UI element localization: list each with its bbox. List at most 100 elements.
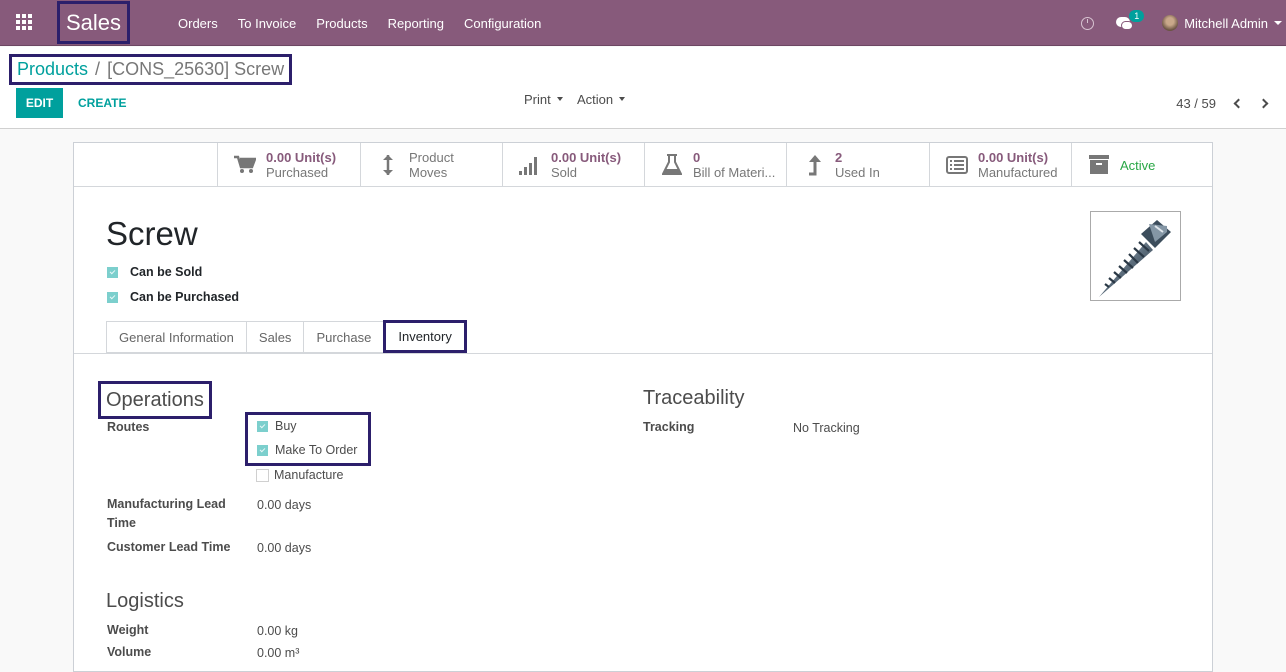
app-brand[interactable]: Sales bbox=[57, 1, 130, 44]
can-be-sold-checkbox[interactable] bbox=[107, 266, 118, 278]
can-be-purchased-checkbox[interactable] bbox=[107, 291, 118, 303]
product-moves-line2: Moves bbox=[409, 165, 448, 180]
messages-badge: 1 bbox=[1129, 10, 1145, 22]
product-moves-stat-button[interactable]: Product Moves bbox=[360, 143, 503, 187]
systray: 1 Mitchell Admin bbox=[1081, 0, 1286, 46]
can-be-sold-field: Can be Sold bbox=[107, 265, 202, 279]
customer-lead-time-value: 0.00 days bbox=[257, 541, 312, 555]
manufacturing-lead-time-label: Manufacturing Lead Time bbox=[107, 495, 226, 533]
flask-icon bbox=[661, 154, 683, 176]
menu-configuration[interactable]: Configuration bbox=[454, 16, 551, 31]
sold-value: 0.00 Unit(s) bbox=[551, 150, 622, 165]
customer-lead-time-label: Customer Lead Time bbox=[107, 540, 231, 554]
manufacturing-lead-time-value: 0.00 days bbox=[257, 498, 312, 512]
chevron-right-icon bbox=[1258, 98, 1269, 108]
tab-inventory[interactable]: Inventory bbox=[383, 320, 467, 353]
top-navbar: Sales Orders To Invoice Products Reporti… bbox=[0, 0, 1286, 46]
route-manufacture-checkbox[interactable] bbox=[256, 468, 269, 482]
can-be-purchased-label: Can be Purchased bbox=[130, 290, 240, 304]
route-make-to-order: Make To Order bbox=[257, 443, 357, 457]
route-manufacture-label: Manufacture bbox=[274, 468, 344, 482]
purchased-label: Purchased bbox=[266, 165, 329, 180]
avatar[interactable] bbox=[1162, 15, 1179, 31]
purchased-value: 0.00 Unit(s) bbox=[266, 150, 337, 165]
form-sheet: 0.00 Unit(s) Purchased Product Moves 0.00 … bbox=[73, 142, 1213, 672]
pager-value[interactable]: 43 / 59 bbox=[1176, 96, 1216, 111]
can-be-purchased-field: Can be Purchased bbox=[107, 290, 239, 304]
print-dropdown[interactable]: Print bbox=[524, 90, 563, 108]
print-label: Print bbox=[524, 91, 551, 107]
edit-button[interactable]: EDIT bbox=[16, 88, 63, 118]
route-make-to-order-checkbox[interactable] bbox=[257, 444, 268, 456]
breadcrumb-current: [CONS_25630] Screw bbox=[107, 59, 285, 79]
operations-title: Operations bbox=[98, 381, 212, 419]
signal-bars-icon bbox=[519, 154, 541, 176]
weight-value: 0.00 kg bbox=[257, 624, 299, 638]
manufactured-label: Manufactured bbox=[978, 165, 1058, 180]
list-alt-icon bbox=[946, 154, 968, 176]
arrows-vertical-icon bbox=[377, 154, 399, 176]
active-label: Active bbox=[1120, 157, 1156, 173]
route-make-to-order-label: Make To Order bbox=[275, 443, 358, 457]
notebook-tabs: General Information Sales Purchase Inven… bbox=[106, 320, 467, 353]
tracking-label: Tracking bbox=[643, 420, 695, 434]
main-menu: Orders To Invoice Products Reporting Con… bbox=[168, 0, 551, 46]
apps-grid-icon[interactable] bbox=[16, 14, 34, 32]
menu-to-invoice[interactable]: To Invoice bbox=[228, 16, 307, 31]
action-dropdown[interactable]: Action bbox=[577, 90, 626, 108]
can-be-sold-label: Can be Sold bbox=[130, 265, 203, 279]
route-buy-label: Buy bbox=[275, 419, 297, 433]
pager-previous-button[interactable] bbox=[1230, 96, 1244, 110]
clock-icon[interactable] bbox=[1081, 16, 1095, 30]
route-manufacture: Manufacture bbox=[256, 468, 343, 482]
messages-button[interactable]: 1 bbox=[1116, 10, 1145, 30]
menu-orders[interactable]: Orders bbox=[168, 16, 228, 31]
breadcrumb-products[interactable]: Products bbox=[17, 59, 88, 80]
route-buy-checkbox[interactable] bbox=[257, 420, 268, 432]
active-toggle-button[interactable]: Active bbox=[1071, 143, 1212, 187]
logistics-title: Logistics bbox=[106, 590, 184, 612]
product-moves-line1: Product bbox=[409, 150, 454, 165]
tab-general-information[interactable]: General Information bbox=[106, 321, 246, 353]
used-in-value: 2 bbox=[835, 150, 843, 165]
control-panel: Products / [CONS_25630] Screw EDIT CREAT… bbox=[0, 47, 1286, 129]
sold-stat-button[interactable]: 0.00 Unit(s) Sold bbox=[502, 143, 645, 187]
menu-products[interactable]: Products bbox=[306, 16, 377, 31]
product-image[interactable] bbox=[1090, 211, 1181, 301]
tabs-divider bbox=[74, 353, 1212, 354]
volume-value: 0.00 m³ bbox=[257, 646, 300, 660]
used-in-stat-button[interactable]: 2 Used In bbox=[786, 143, 929, 187]
tab-sales[interactable]: Sales bbox=[245, 321, 304, 353]
route-buy: Buy bbox=[257, 419, 297, 433]
menu-reporting[interactable]: Reporting bbox=[378, 16, 454, 31]
pager-next-button[interactable] bbox=[1258, 96, 1272, 110]
archive-icon bbox=[1088, 154, 1110, 176]
breadcrumb-separator: / bbox=[95, 59, 101, 79]
action-label: Action bbox=[577, 91, 614, 107]
bom-stat-button[interactable]: 0 Bill of Materi... bbox=[644, 143, 787, 187]
pager: 43 / 59 bbox=[1176, 94, 1286, 112]
manufactured-stat-button[interactable]: 0.00 Unit(s) Manufactured bbox=[929, 143, 1072, 187]
tracking-value: No Tracking bbox=[793, 421, 860, 435]
create-button[interactable]: CREATE bbox=[72, 88, 132, 118]
screw-image bbox=[1099, 220, 1171, 297]
bom-value: 0 bbox=[693, 150, 701, 165]
purchased-stat-button[interactable]: 0.00 Unit(s) Purchased bbox=[217, 143, 360, 187]
caret-down-icon bbox=[1274, 21, 1282, 25]
chat-bubble-secondary bbox=[1121, 21, 1134, 30]
routes-label: Routes bbox=[107, 420, 150, 434]
product-name: Screw bbox=[106, 215, 198, 252]
manufacturing-lead-time-label-line2: Time bbox=[107, 516, 136, 530]
traceability-title: Traceability bbox=[643, 387, 745, 409]
manufacturing-lead-time-label-line1: Manufacturing Lead bbox=[107, 497, 226, 511]
bom-label: Bill of Materi... bbox=[693, 165, 776, 180]
caret-down-icon bbox=[619, 97, 626, 101]
sold-label: Sold bbox=[551, 165, 578, 180]
user-menu-name[interactable]: Mitchell Admin bbox=[1184, 16, 1268, 31]
smart-button-box: 0.00 Unit(s) Purchased Product Moves 0.00 … bbox=[74, 143, 1212, 187]
tab-purchase[interactable]: Purchase bbox=[303, 321, 384, 353]
caret-down-icon bbox=[556, 97, 563, 101]
breadcrumb: Products / [CONS_25630] Screw bbox=[9, 54, 293, 85]
level-up-icon bbox=[803, 154, 825, 176]
manufactured-value: 0.00 Unit(s) bbox=[978, 150, 1049, 165]
